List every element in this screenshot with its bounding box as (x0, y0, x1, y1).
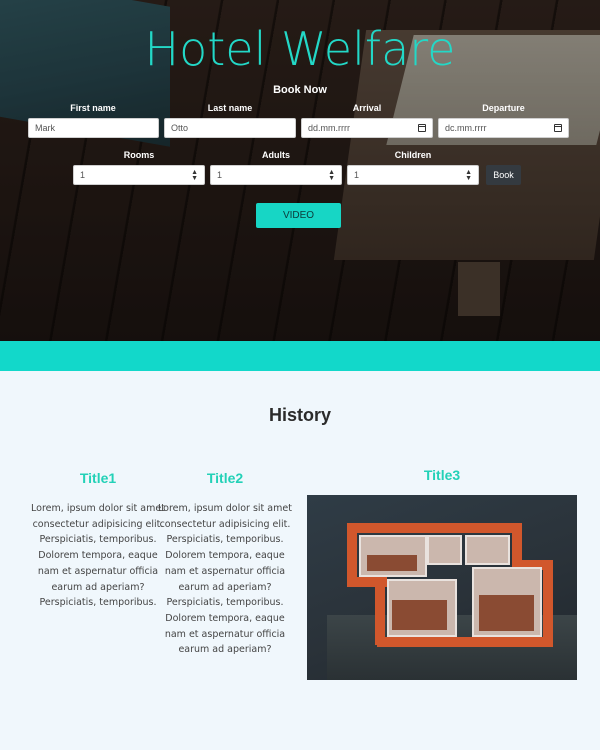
first-name-value: Mark (35, 123, 55, 133)
history-heading: History (268, 405, 331, 425)
photo-debris (392, 600, 447, 630)
column-title-2: Title2 (206, 470, 244, 486)
first-name-label: First name (70, 103, 116, 113)
column-text-2: Lorem, ipsum dolor sit amet consectetur … (158, 503, 292, 656)
rooms-select[interactable]: 1 ▲ ▼ (73, 165, 205, 185)
arrival-label: Arrival (352, 103, 382, 113)
video-button[interactable]: VIDEO (256, 203, 341, 228)
hero-section: Hotel Welfare Book Now First name Last n… (0, 0, 600, 341)
children-label: Children (394, 150, 432, 160)
column-text-1: Lorem, ipsum dolor sit amet consectetur … (31, 503, 165, 609)
photo-roof-edge (347, 523, 357, 585)
photo-roof-edge (543, 560, 553, 645)
children-value: 1 (354, 170, 360, 180)
last-name-input[interactable]: Otto (164, 118, 296, 138)
adults-select[interactable]: 1 ▲ ▼ (210, 165, 342, 185)
ruined-building-photo (307, 495, 577, 680)
photo-debris (367, 555, 417, 571)
calendar-icon[interactable] (554, 124, 562, 132)
column-title-1: Title1 (79, 470, 117, 486)
departure-date-input[interactable]: dc.mm.rrrr (438, 118, 569, 138)
arrival-date-input[interactable]: dd.mm.rrrr (301, 118, 433, 138)
photo-room (465, 535, 510, 565)
departure-value: dc.mm.rrrr (445, 123, 487, 133)
last-name-value: Otto (171, 123, 189, 133)
book-now-heading: Book Now (273, 84, 327, 96)
adults-value: 1 (217, 170, 223, 180)
select-arrows-icon: ▲ ▼ (191, 169, 198, 182)
page-title: Hotel Welfare (144, 22, 456, 76)
photo-debris (479, 595, 534, 631)
adults-label: Adults (262, 150, 290, 160)
select-arrows-icon: ▲ ▼ (465, 169, 472, 182)
departure-label: Departure (482, 103, 525, 113)
photo-room (427, 535, 462, 565)
rooms-label: Rooms (123, 150, 155, 160)
children-select[interactable]: 1 ▲ ▼ (347, 165, 479, 185)
arrival-value: dd.mm.rrrr (308, 123, 350, 133)
photo-roof-edge (347, 523, 522, 533)
photo-roof-edge (377, 637, 553, 647)
calendar-icon[interactable] (418, 124, 426, 132)
accent-band (0, 341, 600, 371)
photo-roof-edge (375, 577, 385, 645)
last-name-label: Last name (207, 103, 253, 113)
rooms-value: 1 (80, 170, 86, 180)
column-title-3: Title3 (423, 467, 461, 483)
first-name-input[interactable]: Mark (28, 118, 159, 138)
select-arrows-icon: ▲ ▼ (328, 169, 335, 182)
book-button[interactable]: Book (486, 165, 521, 185)
